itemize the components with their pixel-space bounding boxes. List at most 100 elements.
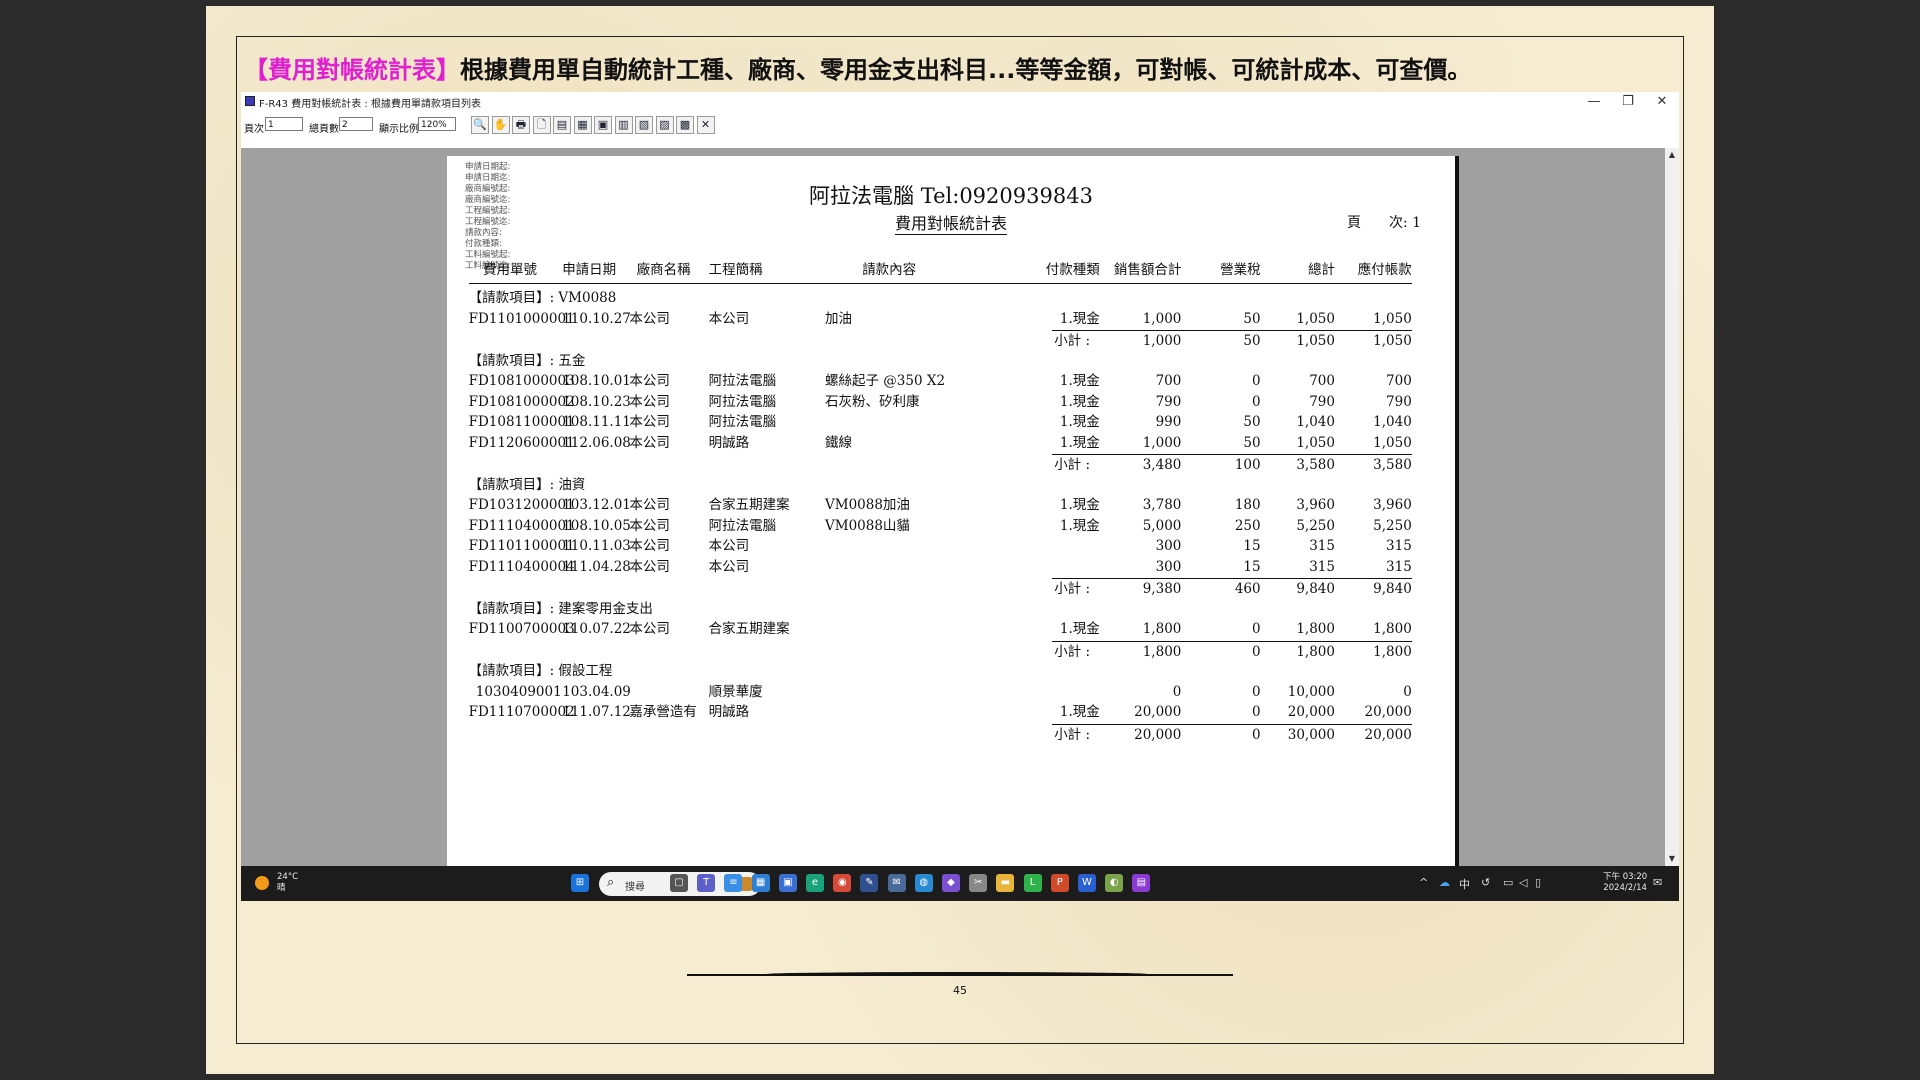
col-header-pay-type: 付款種類 <box>1045 262 1100 278</box>
cell-pay-type: 1.現金 <box>1059 517 1100 534</box>
edge-icon[interactable]: e <box>806 874 824 892</box>
store-icon[interactable]: ▣ <box>778 874 797 892</box>
col-header-apply-date: 申請日期 <box>562 262 617 278</box>
volume-icon[interactable]: ◁ <box>1519 876 1527 889</box>
notepad-icon[interactable]: ≡ <box>724 874 743 892</box>
slide-page-number: 45 <box>953 984 967 997</box>
export-icon[interactable]: ▤ <box>553 116 571 134</box>
windows-taskbar: 24°C 晴 ⊞ ⌕ 搜尋 ▢ T ≡ ▦ ▣ e ◉ ✎ ✉ ◍ ◆ ✂ ▬ L P W ◐ ▤ ^ ☁ 中 ↺ … <box>241 866 1679 901</box>
cell-payable: 700 <box>1386 373 1412 389</box>
subtotal-rule <box>1051 578 1412 579</box>
cell-sales-total: 700 <box>1155 373 1182 389</box>
active-app-icon[interactable]: ▤ <box>1132 874 1151 892</box>
clock-date: 2024/2/14 <box>1603 883 1647 893</box>
cell-tax: 0 <box>1252 621 1261 637</box>
photos-icon[interactable]: ▦ <box>751 874 770 892</box>
export-word-icon[interactable]: ▣ <box>594 116 612 134</box>
powerpoint-icon[interactable]: P <box>1050 874 1069 892</box>
subtotal-label: 小計 : <box>1054 457 1091 473</box>
preview-toolbar: 頁次 1 總頁數 2 顯示比例 120% 🔍 ✋ 🖶 🗋 ▤ ▦ ▣ ▥ ▧ ▨ ▩ ✕ <box>241 114 1679 138</box>
page-input[interactable]: 1 <box>265 117 303 131</box>
browser-icon[interactable]: ◍ <box>914 874 933 892</box>
subtotal-total: 9,840 <box>1296 581 1335 597</box>
cell-expense-no: FD1110400001 <box>468 517 575 534</box>
cell-content: VM0088加油 <box>825 497 910 513</box>
paint-icon[interactable]: ◐ <box>1105 874 1124 892</box>
minimize-button[interactable]: — <box>1577 92 1611 112</box>
cell-project: 合家五期建案 <box>708 497 790 513</box>
mail-icon[interactable]: ✉ <box>887 874 906 892</box>
cell-payable: 790 <box>1386 393 1412 410</box>
cell-content: 鐵線 <box>825 434 852 451</box>
weather-sun-icon[interactable] <box>255 876 269 890</box>
visual-studio-icon[interactable]: ◆ <box>942 874 960 892</box>
notification-icon[interactable]: ✉ <box>1653 876 1662 889</box>
code-icon[interactable]: ✎ <box>860 874 879 892</box>
export-html-icon[interactable]: ▥ <box>614 116 633 134</box>
cell-expense-no: FD1100700003 <box>468 621 575 637</box>
export-pdf-icon[interactable]: ▨ <box>655 116 674 134</box>
cell-tax: 50 <box>1243 310 1261 327</box>
subtotal-rule <box>1051 640 1412 642</box>
input-mode-icon[interactable]: ↺ <box>1481 876 1490 889</box>
ime-indicator[interactable]: 中 <box>1459 876 1470 892</box>
group-label: 【請款項目】: VM0088 <box>468 290 617 306</box>
cell-pay-type: 1.現金 <box>1059 310 1100 327</box>
cell-sales-total: 0 <box>1172 683 1182 700</box>
tray-chevron-icon[interactable]: ^ <box>1419 876 1428 889</box>
close-button[interactable]: ✕ <box>1645 92 1679 112</box>
tools-icon[interactable]: ✂ <box>969 874 988 892</box>
cell-tax: 180 <box>1234 497 1261 513</box>
line-icon[interactable]: L <box>1023 874 1042 892</box>
print-icon[interactable]: 🖶 <box>512 116 530 134</box>
cell-payable: 3,960 <box>1373 497 1412 513</box>
cell-expense-no: FD1081000002 <box>468 393 575 410</box>
subtotal-sales-total: 3,480 <box>1142 457 1182 473</box>
task-view-icon[interactable]: ▢ <box>670 874 688 892</box>
network-icon[interactable]: ▭ <box>1503 876 1513 889</box>
cell-total: 10,000 <box>1287 683 1335 700</box>
scroll-up-arrow-icon[interactable]: ▲ <box>1665 148 1679 162</box>
teams-icon[interactable]: T <box>697 874 716 892</box>
subtotal-sales-total: 20,000 <box>1134 726 1182 743</box>
file-explorer-icon[interactable]: ▬ <box>996 874 1015 892</box>
cell-payable: 315 <box>1386 538 1412 554</box>
subtotal-label: 小計 : <box>1054 333 1091 349</box>
word-icon[interactable]: W <box>1078 874 1096 892</box>
cell-expense-no: FD1081100001 <box>468 414 575 430</box>
headline-text: 根據費用單自動統計工種、廠商、零用金支出科目...等等金額，可對帳、可統計成本、… <box>460 56 1472 84</box>
vertical-scrollbar[interactable]: ▲ ▼ <box>1665 148 1679 866</box>
copy-icon[interactable]: ▧ <box>635 116 653 134</box>
export-excel-icon[interactable]: ▦ <box>573 116 592 134</box>
cell-payable: 1,050 <box>1373 434 1412 451</box>
subtotal-tax: 50 <box>1243 333 1261 349</box>
weather-widget[interactable]: 24°C 晴 <box>277 872 298 894</box>
taskbar-clock[interactable]: 下午 03:20 2024/2/14 <box>1603 872 1647 894</box>
page-setup-icon[interactable]: 🗋 <box>532 116 551 134</box>
cell-pay-type: 1.現金 <box>1059 373 1100 389</box>
cell-apply-date: 103.04.09 <box>562 683 631 700</box>
subtotal-tax: 100 <box>1234 457 1261 473</box>
cell-expense-no: FD1081000003 <box>468 373 575 389</box>
pan-hand-icon[interactable]: ✋ <box>491 116 510 134</box>
onedrive-icon[interactable]: ☁ <box>1439 876 1450 889</box>
send-icon[interactable]: ▩ <box>676 116 694 134</box>
search-icon: ⌕ <box>607 875 615 890</box>
start-button-icon[interactable]: ⊞ <box>571 874 589 892</box>
subtotal-payable: 3,580 <box>1373 457 1412 473</box>
zoom-select[interactable]: 120% <box>418 117 456 131</box>
scroll-down-arrow-icon[interactable]: ▼ <box>1665 852 1679 866</box>
chrome-icon[interactable]: ◉ <box>833 874 852 892</box>
cell-project: 順景華廈 <box>708 683 763 700</box>
cell-content: VM0088山貓 <box>825 517 910 534</box>
battery-icon[interactable]: ▯ <box>1535 876 1541 889</box>
group-label: 【請款項目】: 五金 <box>468 352 586 369</box>
preview-area[interactable]: 申請日期起: 申請日期迄: 廠商編號起: 廠商編號迄: 工程編號起: 工程編號迄: 請款內容… <box>241 148 1665 866</box>
subtotal-tax: 0 <box>1252 726 1261 743</box>
cell-content: 螺絲起子 @350 X2 <box>825 373 946 389</box>
cell-vendor: 本公司 <box>629 310 670 327</box>
zoom-icon[interactable]: 🔍 <box>471 116 489 134</box>
restore-button[interactable]: ❐ <box>1611 92 1645 112</box>
close-preview-icon[interactable]: ✕ <box>696 116 715 134</box>
cell-sales-total: 300 <box>1155 558 1182 575</box>
